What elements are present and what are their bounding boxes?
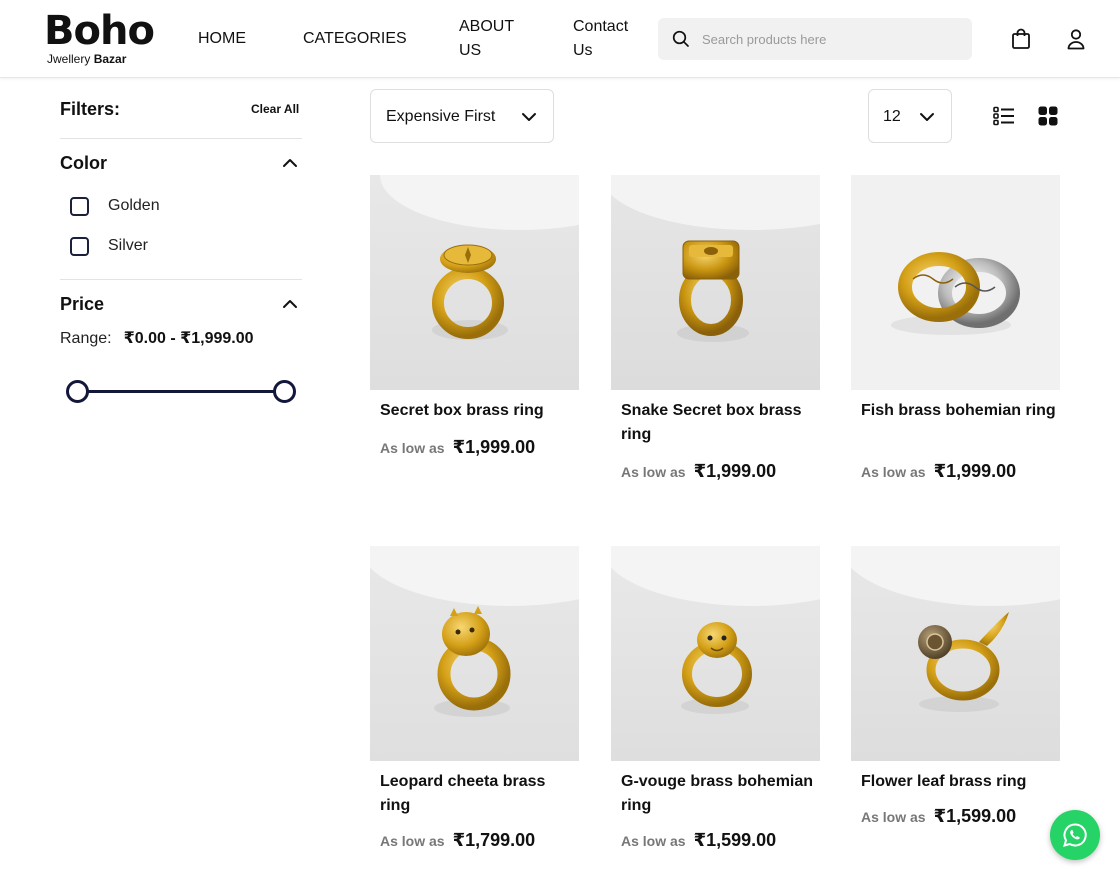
product-image-leopard-cheeta-ring[interactable] <box>370 546 579 761</box>
as-low-as-label: As low as <box>380 833 445 849</box>
whatsapp-icon <box>1063 823 1087 847</box>
product-image-secret-box-ring[interactable] <box>370 175 579 390</box>
product-price: ₹1,799.00 <box>452 830 536 850</box>
chevron-up-icon[interactable] <box>282 156 298 170</box>
chevron-up-icon[interactable] <box>282 297 298 311</box>
product-name[interactable]: Flower leaf brass ring <box>861 770 1057 794</box>
product-name[interactable]: G-vouge brass bohemian ring <box>621 770 817 818</box>
list-view-icon[interactable] <box>993 106 1015 126</box>
product-image-snake-secret-box-ring[interactable] <box>611 175 820 390</box>
price-range-readout: Range: ₹0.00 - ₹1,999.00 <box>60 328 254 350</box>
divider <box>60 279 302 280</box>
site-logo[interactable]: Boho Jwellery Bazar <box>44 8 155 68</box>
price-slider-min-handle[interactable] <box>65 380 89 403</box>
search-icon[interactable] <box>672 30 690 48</box>
range-value: ₹0.00 - ₹1,999.00 <box>123 330 254 347</box>
nav-home[interactable]: HOME <box>198 27 246 51</box>
product-price-row: As low as ₹1,799.00 <box>380 830 535 851</box>
search-bar <box>658 18 972 60</box>
price-slider-track[interactable] <box>76 390 286 393</box>
clear-all-link[interactable]: Clear All <box>251 101 299 117</box>
as-low-as-label: As low as <box>621 464 686 480</box>
nav-contact-us[interactable]: Contact Us <box>573 15 628 63</box>
checkbox-label: Silver <box>108 237 149 254</box>
product-card[interactable]: G-vouge brass bohemian ring As low as ₹1,… <box>611 546 820 866</box>
product-card[interactable]: Leopard cheeta brass ring As low as ₹1,79… <box>370 546 579 866</box>
grid-view-icon[interactable] <box>1038 106 1058 126</box>
per-page-selected-value: 12 <box>883 108 901 125</box>
product-image-g-vouge-bohemian-ring[interactable] <box>611 546 820 761</box>
user-icon[interactable] <box>1066 28 1086 50</box>
product-name[interactable]: Fish brass bohemian ring <box>861 399 1057 423</box>
product-price: ₹1,999.00 <box>452 437 536 457</box>
product-name[interactable]: Leopard cheeta brass ring <box>380 770 576 818</box>
as-low-as-label: As low as <box>861 464 926 480</box>
product-price: ₹1,599.00 <box>933 806 1017 826</box>
product-price-row: As low as ₹1,999.00 <box>621 461 776 482</box>
product-image-flower-leaf-ring[interactable] <box>851 546 1060 761</box>
product-card[interactable]: Fish brass bohemian ring As low as ₹1,999… <box>851 175 1060 495</box>
logo-wordmark: Boho <box>44 8 155 54</box>
product-image-fish-bohemian-ring[interactable] <box>851 175 1060 390</box>
chevron-down-icon <box>522 113 536 121</box>
search-input[interactable] <box>702 18 962 60</box>
product-price-row: As low as ₹1,599.00 <box>621 830 776 851</box>
sort-selected-value: Expensive First <box>386 108 496 125</box>
per-page-dropdown[interactable]: 12 <box>868 89 952 143</box>
sort-dropdown[interactable]: Expensive First <box>370 89 554 143</box>
product-price-row: As low as ₹1,599.00 <box>861 806 1016 827</box>
color-filter-heading: Color <box>60 153 107 173</box>
logo-tagline: Jwellery Bazar <box>47 52 127 66</box>
product-price-row: As low as ₹1,999.00 <box>380 437 535 458</box>
product-card[interactable]: Secret box brass ring As low as ₹1,999.00 <box>370 175 579 475</box>
product-price: ₹1,599.00 <box>693 830 777 850</box>
checkbox-label: Golden <box>108 197 160 214</box>
range-label: Range: <box>60 330 112 347</box>
nav-about-us[interactable]: ABOUT US <box>459 15 514 63</box>
price-filter-heading: Price <box>60 294 105 314</box>
product-name[interactable]: Snake Secret box brass ring <box>621 399 817 447</box>
as-low-as-label: As low as <box>621 833 686 849</box>
as-low-as-label: As low as <box>861 809 926 825</box>
filters-heading: Filters: <box>60 99 121 119</box>
price-slider-max-handle[interactable] <box>272 380 296 403</box>
product-price: ₹1,999.00 <box>693 461 777 481</box>
product-price: ₹1,999.00 <box>933 461 1017 481</box>
site-header: Boho Jwellery Bazar HOME CATEGORIES ABOU… <box>0 0 1120 78</box>
divider <box>60 138 302 139</box>
whatsapp-chat-button[interactable] <box>1050 810 1100 860</box>
product-card[interactable]: Snake Secret box brass ring As low as ₹1,… <box>611 175 820 495</box>
nav-categories[interactable]: CATEGORIES <box>303 27 407 51</box>
as-low-as-label: As low as <box>380 440 445 456</box>
product-price-row: As low as ₹1,999.00 <box>861 461 1016 482</box>
shopping-bag-icon[interactable] <box>1011 28 1031 50</box>
checkbox[interactable] <box>70 237 89 256</box>
product-card[interactable]: Flower leaf brass ring As low as ₹1,599.0… <box>851 546 1060 846</box>
chevron-down-icon <box>920 113 934 121</box>
checkbox[interactable] <box>70 197 89 216</box>
product-name[interactable]: Secret box brass ring <box>380 399 576 423</box>
